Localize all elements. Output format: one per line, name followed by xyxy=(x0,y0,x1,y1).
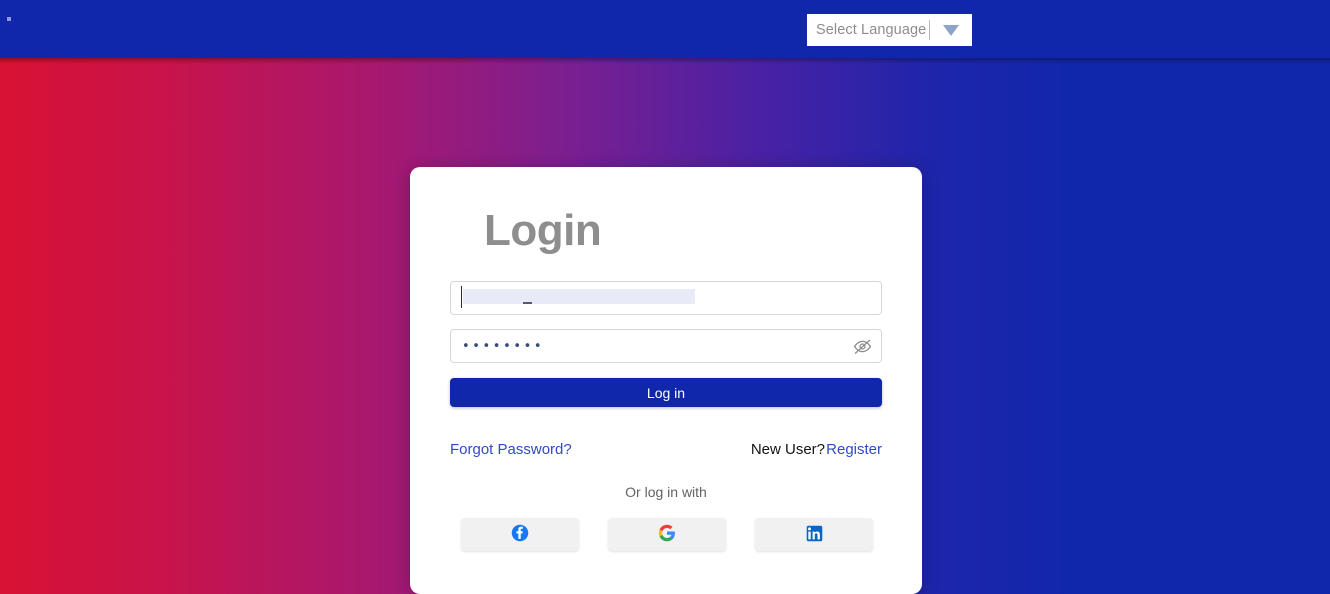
password-masked-value: •••••••• xyxy=(462,338,545,354)
username-redacted-value xyxy=(463,289,695,304)
google-login-button[interactable] xyxy=(608,518,726,551)
login-page: Select Language Login •••••••• Log in Fo… xyxy=(0,0,1330,594)
password-input[interactable]: •••••••• xyxy=(450,329,882,363)
linkedin-icon xyxy=(806,525,823,545)
page-title: Login xyxy=(484,206,602,255)
register-link[interactable]: Register xyxy=(826,441,882,458)
facebook-icon xyxy=(511,524,529,545)
username-input[interactable] xyxy=(450,281,882,315)
chevron-down-icon[interactable] xyxy=(930,24,972,36)
google-icon xyxy=(658,524,676,545)
language-selector-label: Select Language xyxy=(816,22,927,38)
login-button[interactable]: Log in xyxy=(450,378,882,407)
username-value-underline xyxy=(523,302,532,304)
facebook-login-button[interactable] xyxy=(461,518,579,551)
social-login-row xyxy=(461,518,873,551)
corner-logo-mark xyxy=(7,17,11,21)
top-bar: Select Language xyxy=(0,0,1330,58)
social-login-divider-text: Or log in with xyxy=(625,484,707,500)
forgot-password-link[interactable]: Forgot Password? xyxy=(450,441,572,458)
eye-off-icon[interactable] xyxy=(851,335,873,357)
header-dropshadow xyxy=(0,58,1330,64)
linkedin-login-button[interactable] xyxy=(755,518,873,551)
text-caret xyxy=(461,286,462,308)
language-selector[interactable]: Select Language xyxy=(807,14,972,46)
login-card: Login •••••••• Log in Forgot Password? N… xyxy=(410,167,922,594)
new-user-label: New User? xyxy=(750,441,825,458)
